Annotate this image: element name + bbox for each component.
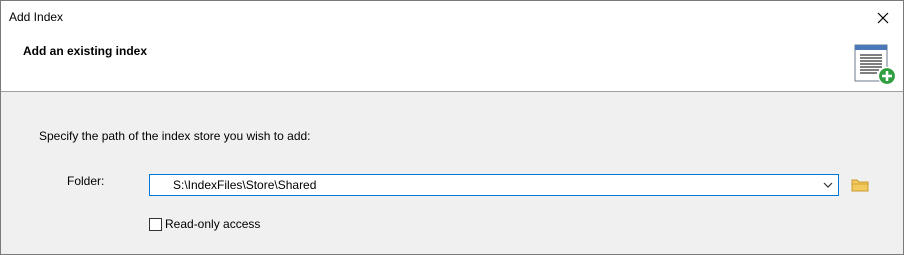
readonly-checkbox[interactable]	[149, 217, 162, 231]
folder-dropdown-button[interactable]	[818, 175, 838, 195]
dialog-header: Add an existing index	[1, 34, 903, 92]
readonly-checkbox-row[interactable]: Read-only access	[149, 217, 260, 231]
index-add-icon	[854, 44, 897, 86]
add-index-dialog: Add Index Add an existing index Specify …	[0, 0, 904, 255]
header-title: Add an existing index	[23, 44, 148, 58]
close-button[interactable]	[863, 1, 903, 34]
browse-folder-button[interactable]	[849, 175, 871, 195]
instruction-text: Specify the path of the index store you …	[39, 129, 311, 143]
title-bar: Add Index	[1, 1, 903, 34]
window-title: Add Index	[9, 10, 64, 24]
folder-icon	[851, 179, 869, 192]
folder-combobox[interactable]: S:\IndexFiles\Store\Shared	[149, 174, 839, 196]
folder-input[interactable]: S:\IndexFiles\Store\Shared	[173, 178, 316, 192]
folder-label: Folder:	[67, 174, 105, 188]
close-icon	[877, 12, 889, 23]
readonly-label[interactable]: Read-only access	[165, 217, 260, 231]
dialog-content: Specify the path of the index store you …	[1, 92, 903, 254]
chevron-down-icon	[823, 182, 833, 188]
